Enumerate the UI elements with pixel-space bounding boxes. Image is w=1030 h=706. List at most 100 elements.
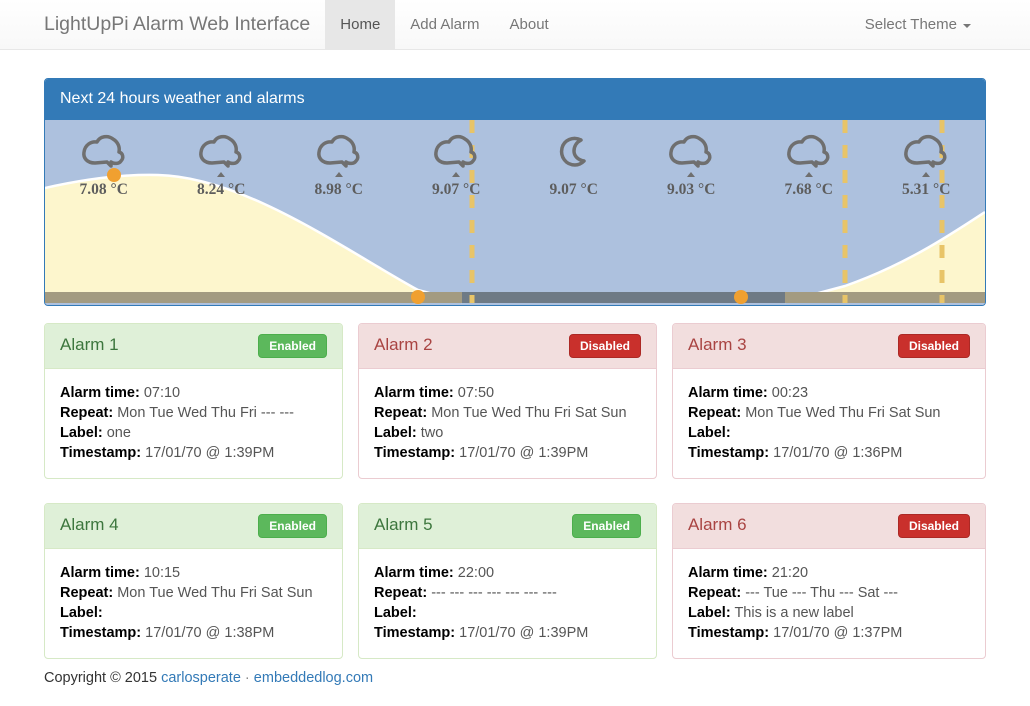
alarm-title: Alarm 3	[687, 335, 747, 355]
alarm-cell: Alarm 6 Disabled Alarm time: 21:20 Repea…	[671, 502, 986, 659]
nav-link-about[interactable]: About	[495, 0, 564, 49]
status-badge[interactable]: Enabled	[258, 513, 327, 538]
alarm-label-label: Label:	[60, 604, 103, 621]
status-badge[interactable]: Enabled	[572, 513, 641, 538]
alarm-title: Alarm 1	[60, 335, 119, 355]
alarm-timestamp-value: 17/01/70 @ 1:37PM	[773, 624, 903, 641]
alarm-card[interactable]: Alarm 2 Disabled Alarm time: 07:50 Repea…	[357, 322, 657, 479]
forecast-column: 8.98 °C	[280, 120, 398, 305]
alarm-cell: Alarm 2 Disabled Alarm time: 07:50 Repea…	[357, 322, 672, 479]
alarm-label-label: Label:	[60, 424, 103, 441]
alarm-repeat-value: Mon Tue Wed Thu Fri Sat Sun	[745, 404, 941, 421]
alarm-card-body: Alarm time: 21:20 Repeat: --- Tue --- Th…	[673, 549, 985, 658]
alarm-repeat-label: Repeat:	[373, 404, 428, 421]
alarm-label-label: Label:	[373, 604, 417, 621]
forecast-marker-triangle	[217, 171, 226, 177]
alarm-time-label: Alarm time:	[60, 384, 140, 401]
alarm-time-row: Alarm time: 21:20	[688, 563, 970, 583]
cloud-icon	[81, 134, 125, 168]
forecast-column: 5.31 °C	[868, 120, 986, 305]
alarm-label-row: Label: two	[374, 423, 641, 443]
alarm-timestamp-row: Timestamp: 17/01/70 @ 1:37PM	[688, 623, 970, 643]
alarm-timestamp-row: Timestamp: 17/01/70 @ 1:38PM	[60, 623, 327, 643]
alarm-card-body: Alarm time: 07:10 Repeat: Mon Tue Wed Th…	[45, 369, 342, 478]
alarm-timestamp-label: Timestamp:	[373, 444, 456, 461]
status-badge[interactable]: Enabled	[258, 333, 327, 358]
alarm-time-label: Alarm time:	[373, 384, 454, 401]
forecast-temperature: 8.98 °C	[314, 180, 363, 198]
alarm-card-body: Alarm time: 10:15 Repeat: Mon Tue Wed Th…	[45, 549, 342, 658]
alarm-label-row: Label:	[374, 603, 641, 623]
forecast-marker-triangle	[687, 171, 696, 177]
forecast-temperature: 9.03 °C	[667, 180, 716, 198]
alarm-timestamp-label: Timestamp:	[687, 624, 770, 641]
alarm-card-header: Alarm 6 Disabled	[672, 503, 985, 549]
alarm-time-value: 10:15	[143, 564, 181, 581]
forecast-marker-triangle	[452, 171, 461, 177]
alarm-repeat-row: Repeat: Mon Tue Wed Thu Fri Sat Sun	[688, 403, 970, 423]
alarm-timestamp-value: 17/01/70 @ 1:38PM	[145, 624, 275, 641]
alarm-card-header: Alarm 4 Enabled	[45, 503, 342, 549]
forecast-temperature: 9.07 °C	[549, 180, 598, 198]
alarm-time-value: 22:00	[457, 564, 495, 581]
forecast-columns: 7.08 °C 8.24 °C 8.98 °C 9.07 °C 9.07 °C …	[45, 120, 985, 305]
author-link[interactable]: carlosperate	[161, 670, 241, 686]
alarm-card-header: Alarm 1 Enabled	[45, 323, 342, 369]
alarm-time-label: Alarm time:	[687, 564, 768, 581]
alarm-card-body: Alarm time: 22:00 Repeat: --- --- --- --…	[359, 549, 656, 658]
cloud-icon	[199, 134, 242, 168]
alarm-repeat-label: Repeat:	[60, 404, 114, 421]
alarm-time-value: 21:20	[771, 564, 809, 581]
alarm-card[interactable]: Alarm 3 Disabled Alarm time: 00:23 Repea…	[671, 322, 986, 479]
alarm-cell: Alarm 5 Enabled Alarm time: 22:00 Repeat…	[357, 502, 672, 659]
alarm-label-label: Label:	[687, 424, 731, 441]
nav-link-home[interactable]: Home	[325, 0, 396, 49]
alarm-timestamp-row: Timestamp: 17/01/70 @ 1:39PM	[374, 623, 641, 643]
cloud-icon	[904, 134, 947, 168]
forecast-temperature: 7.68 °C	[784, 180, 833, 198]
weather-panel: Next 24 hours weather and alarms 7.08 °C…	[44, 78, 986, 306]
alarm-title: Alarm 2	[373, 335, 433, 355]
forecast-column: 8.24 °C	[163, 120, 281, 305]
alarm-cell: Alarm 1 Enabled Alarm time: 07:10 Repeat…	[44, 322, 358, 479]
alarm-time-row: Alarm time: 10:15	[60, 563, 327, 583]
forecast-column: 9.03 °C	[633, 120, 751, 305]
alarm-card[interactable]: Alarm 5 Enabled Alarm time: 22:00 Repeat…	[357, 502, 657, 659]
nav-link-add-alarm[interactable]: Add Alarm	[395, 0, 494, 49]
site-link[interactable]: embeddedlog.com	[254, 670, 373, 686]
alarm-cell: Alarm 3 Disabled Alarm time: 00:23 Repea…	[671, 322, 986, 479]
forecast-temperature: 7.08 °C	[79, 180, 128, 198]
main-container: Next 24 hours weather and alarms 7.08 °C…	[44, 78, 986, 683]
alarm-cell: Alarm 4 Enabled Alarm time: 10:15 Repeat…	[44, 502, 358, 659]
select-theme-dropdown[interactable]: Select Theme	[850, 0, 986, 49]
forecast-column: 9.07 °C	[398, 120, 516, 305]
weather-panel-title: Next 24 hours weather and alarms	[45, 79, 985, 120]
alarm-title: Alarm 6	[687, 515, 747, 535]
alarm-repeat-label: Repeat:	[373, 584, 428, 601]
alarm-repeat-value: Mon Tue Wed Thu Fri --- ---	[117, 404, 294, 421]
alarm-timestamp-label: Timestamp:	[60, 444, 142, 461]
status-badge[interactable]: Disabled	[897, 333, 970, 358]
alarm-repeat-label: Repeat:	[60, 584, 114, 601]
alarm-timestamp-row: Timestamp: 17/01/70 @ 1:39PM	[60, 443, 327, 463]
footer-separator: ·	[244, 670, 250, 686]
status-badge[interactable]: Disabled	[568, 333, 641, 358]
alarm-card[interactable]: Alarm 6 Disabled Alarm time: 21:20 Repea…	[671, 502, 986, 659]
alarm-label-row: Label: one	[60, 423, 327, 443]
alarm-card-header: Alarm 5 Enabled	[358, 503, 656, 549]
status-badge[interactable]: Disabled	[897, 513, 970, 538]
alarm-label-label: Label:	[373, 424, 417, 441]
alarm-label-value: This is a new label	[734, 604, 854, 621]
copyright-text: Copyright © 2015	[44, 670, 158, 686]
alarm-card[interactable]: Alarm 1 Enabled Alarm time: 07:10 Repeat…	[44, 322, 343, 479]
alarm-card[interactable]: Alarm 4 Enabled Alarm time: 10:15 Repeat…	[44, 502, 343, 659]
alarm-time-value: 07:50	[457, 384, 495, 401]
alarm-time-row: Alarm time: 00:23	[688, 383, 970, 403]
alarm-repeat-row: Repeat: Mon Tue Wed Thu Fri Sat Sun	[60, 583, 327, 603]
alarm-timestamp-label: Timestamp:	[687, 444, 770, 461]
cloud-icon	[434, 134, 477, 168]
forecast-temperature: 8.24 °C	[197, 180, 246, 198]
alarm-card-body: Alarm time: 00:23 Repeat: Mon Tue Wed Th…	[673, 369, 985, 478]
navbar-brand[interactable]: LightUpPi Alarm Web Interface	[0, 0, 325, 49]
footer: Copyright © 2015 carlosperate · embedded…	[44, 670, 373, 686]
